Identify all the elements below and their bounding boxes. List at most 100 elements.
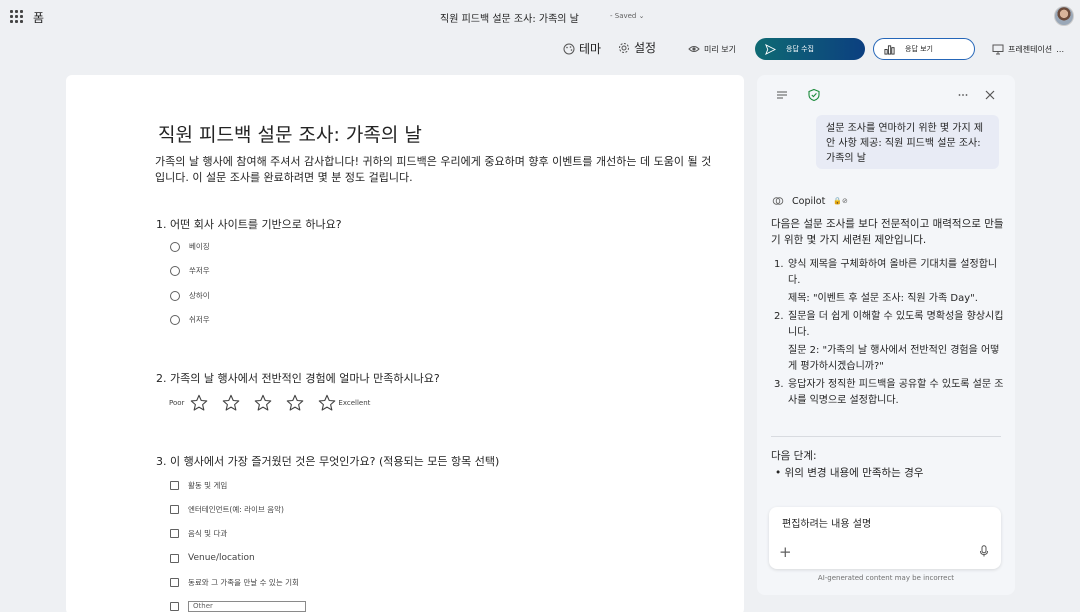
menu-icon[interactable] (775, 88, 789, 102)
present-label: 프레젠테이션 (1008, 44, 1053, 54)
question-3-title[interactable]: 3. 이 행사에서 가장 즐거웠던 것은 무엇인가요? (적용되는 모든 항목 … (156, 453, 499, 469)
option-label: 음식 및 다과 (188, 529, 228, 538)
item-detail: 제목: "이벤트 후 설문 조사: 직원 가족 Day". (788, 293, 978, 304)
checkbox[interactable] (170, 602, 179, 611)
close-icon[interactable] (983, 88, 997, 102)
star-icon[interactable] (254, 394, 272, 412)
option-label: 동료와 그 가족을 만날 수 있는 기회 (188, 578, 299, 587)
option-label: 쉬저우 (189, 315, 210, 324)
list-item: 1. 양식 제목을 구체화하여 올바른 기대치를 설정합니다. 제목: "이벤트… (774, 257, 1007, 307)
top-bar: 폼 직원 피드백 설문 조사: 가족의 날 - Saved ⌄ (0, 0, 1080, 34)
rating-high-label: Excellent (338, 399, 371, 407)
palette-icon (563, 43, 575, 54)
divider (771, 436, 1001, 437)
star-icon[interactable] (318, 394, 336, 412)
checkbox[interactable] (170, 529, 179, 538)
theme-button[interactable]: 테마 (563, 40, 601, 57)
q3-option[interactable]: 음식 및 다과 (170, 528, 227, 539)
checkbox[interactable] (170, 553, 179, 563)
ai-disclaimer: AI-generated content may be incorrect (817, 574, 955, 582)
star-icon[interactable] (286, 394, 304, 412)
assistant-intro: 다음은 설문 조사를 보다 전문적이고 매력적으로 만들기 위한 몇 가지 세련… (771, 218, 1004, 246)
option-label: 베이징 (189, 242, 210, 251)
copilot-logo-icon (772, 197, 784, 205)
checkbox[interactable] (170, 505, 179, 514)
radio-button[interactable] (170, 265, 180, 276)
q3-option-other[interactable]: Other (170, 601, 306, 612)
collect-responses-button[interactable]: 응답 수집 (755, 38, 865, 60)
monitor-icon (992, 44, 1004, 55)
star-icon[interactable] (222, 394, 240, 412)
q3-option[interactable]: Venue/location (170, 553, 255, 563)
rating-low-label: Poor (169, 399, 185, 407)
q1-option[interactable]: 베이징 (170, 241, 210, 252)
option-label: 엔터테인먼트(예: 라이브 음악) (188, 505, 284, 514)
star-rating: Poor Excellent (169, 394, 370, 412)
q3-option[interactable]: 활동 및 게임 (170, 480, 227, 491)
item-number: 1. (774, 259, 784, 270)
gear-icon (619, 42, 629, 53)
preview-label: 미리 보기 (704, 44, 736, 54)
settings-button[interactable]: 설정 (618, 39, 656, 56)
suggestion-list: 1. 양식 제목을 구체화하여 올바른 기대치를 설정합니다. 제목: "이벤트… (774, 257, 1007, 409)
next-steps-label: 다음 단계: (771, 450, 817, 462)
shield-icon[interactable] (807, 88, 821, 102)
radio-button[interactable] (170, 290, 180, 301)
app-launcher-icon[interactable] (10, 10, 23, 23)
view-responses-button[interactable]: 응답 보기 (873, 38, 975, 60)
assistant-header: Copilot 🔒⊘ (772, 195, 848, 207)
present-button[interactable]: 프레젠테이션 … (992, 43, 1064, 55)
option-label: 활동 및 게임 (188, 481, 228, 490)
q1-option[interactable]: 상하이 (170, 290, 210, 301)
sensitivity-badge-icon: 🔒⊘ (833, 197, 848, 205)
settings-label: 설정 (634, 41, 657, 55)
q1-option[interactable]: 쉬저우 (170, 314, 210, 325)
item-number: 3. (774, 379, 784, 390)
item-number: 2. (774, 311, 784, 322)
next-step-item: • 위의 변경 내용에 만족하는 경우 (775, 467, 924, 479)
question-2-title[interactable]: 2. 가족의 날 행사에서 전반적인 경험에 얼마나 만족하시나요? (156, 370, 440, 386)
more-icon[interactable]: … (1056, 45, 1064, 54)
q1-option[interactable]: 쑤저우 (170, 265, 210, 276)
app-name[interactable]: 폼 (33, 9, 44, 26)
form-description[interactable]: 가족의 날 행사에 참여해 주셔서 감사합니다! 귀하의 피드백은 우리에게 중… (155, 154, 715, 186)
microphone-icon[interactable] (979, 545, 989, 557)
prompt-input[interactable]: 편집하려는 내용 설명 + (769, 507, 1001, 569)
checkbox[interactable] (170, 481, 179, 490)
option-label: 상하이 (189, 291, 210, 300)
star-icon[interactable] (190, 394, 208, 412)
option-label: 쑤저우 (189, 266, 210, 275)
avatar[interactable] (1054, 6, 1074, 26)
copilot-pane: 설문 조사를 연마하기 위한 몇 가지 제안 사항 제공: 직원 피드백 설문 … (757, 75, 1015, 595)
radio-button[interactable] (170, 241, 180, 252)
send-icon (765, 43, 776, 55)
option-label: Venue/location (188, 553, 255, 563)
list-item: 3. 응답자가 정직한 피드백을 공유할 수 있도록 설문 조사를 익명으로 설… (774, 377, 1007, 409)
eye-icon (688, 46, 700, 52)
prompt-placeholder[interactable]: 편집하려는 내용 설명 (782, 515, 871, 530)
theme-label: 테마 (579, 42, 602, 56)
view-responses-label: 응답 보기 (905, 45, 933, 53)
document-title[interactable]: 직원 피드백 설문 조사: 가족의 날 (440, 10, 579, 25)
chart-icon (884, 44, 895, 55)
question-1-title[interactable]: 1. 어떤 회사 사이트를 기반으로 하나요? (156, 216, 342, 232)
user-message: 설문 조사를 연마하기 위한 몇 가지 제안 사항 제공: 직원 피드백 설문 … (816, 115, 999, 169)
assistant-name: Copilot (792, 195, 826, 207)
saved-status[interactable]: - Saved ⌄ (610, 12, 644, 20)
other-input[interactable]: Other (188, 601, 306, 612)
list-item: 2. 질문을 더 쉽게 이해할 수 있도록 명확성을 향상시킵니다. 질문 2:… (774, 309, 1007, 375)
item-text: 응답자가 정직한 피드백을 공유할 수 있도록 설문 조사를 익명으로 설정합니… (788, 379, 1004, 406)
form-card: 직원 피드백 설문 조사: 가족의 날 가족의 날 행사에 참여해 주셔서 감사… (66, 75, 744, 612)
checkbox[interactable] (170, 578, 179, 587)
more-options-icon[interactable] (956, 88, 970, 102)
add-icon[interactable]: + (779, 543, 792, 561)
copilot-header (757, 75, 1015, 115)
item-detail: 질문 2: "가족의 날 행사에서 전반적인 경험을 어떻게 평가하시겠습니까?… (788, 345, 1000, 372)
radio-button[interactable] (170, 314, 180, 325)
q3-option[interactable]: 동료와 그 가족을 만날 수 있는 기회 (170, 577, 299, 588)
preview-button[interactable]: 미리 보기 (688, 43, 736, 55)
q3-option[interactable]: 엔터테인먼트(예: 라이브 음악) (170, 504, 284, 515)
item-text: 질문을 더 쉽게 이해할 수 있도록 명확성을 향상시킵니다. (788, 311, 1004, 338)
form-title[interactable]: 직원 피드백 설문 조사: 가족의 날 (158, 120, 422, 147)
collect-label: 응답 수집 (786, 45, 814, 53)
